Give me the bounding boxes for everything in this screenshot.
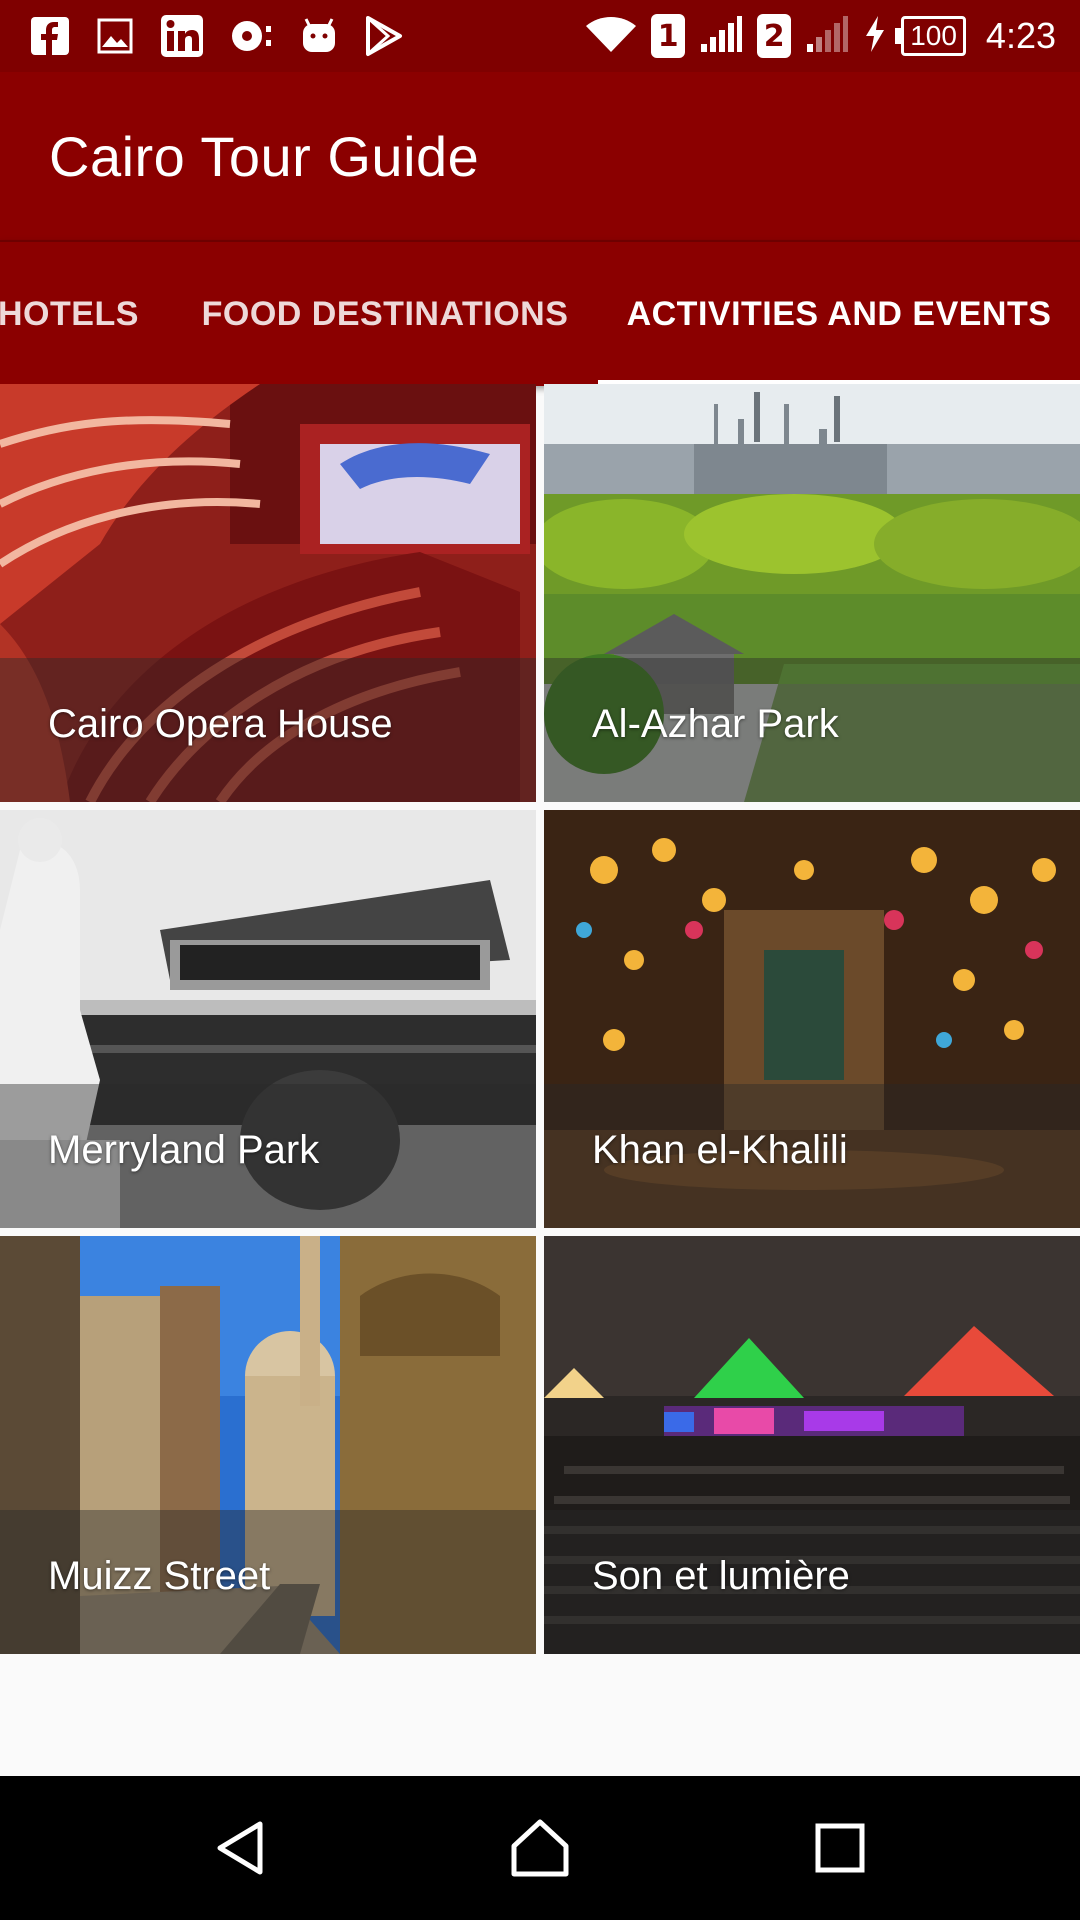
sim1-badge: 1 xyxy=(651,14,686,58)
image-icon xyxy=(96,17,134,55)
home-icon xyxy=(511,1819,569,1877)
place-caption: Son et lumière xyxy=(544,1510,1080,1654)
app-title: Cairo Tour Guide xyxy=(49,125,480,188)
system-nav-bar xyxy=(0,1776,1080,1920)
place-name: Son et lumière xyxy=(592,1554,850,1598)
place-card-son-et-lumiere[interactable]: Son et lumière xyxy=(544,1236,1080,1654)
signal-weak-icon xyxy=(805,14,849,59)
record-icon xyxy=(230,16,274,56)
tab-activities-and-events[interactable]: ACTIVITIES AND EVENTS xyxy=(598,242,1080,386)
app-bar: Cairo Tour Guide xyxy=(0,72,1080,240)
status-bar: 1 2 100 4:23 xyxy=(0,0,1080,72)
recents-button[interactable] xyxy=(768,1776,912,1920)
back-icon xyxy=(217,1821,263,1875)
place-name: Muizz Street xyxy=(48,1554,271,1598)
sim2-badge: 2 xyxy=(757,14,792,58)
place-caption: Cairo Opera House xyxy=(0,658,536,802)
home-button[interactable] xyxy=(468,1776,612,1920)
place-caption: Merryland Park xyxy=(0,1084,536,1228)
place-caption: Khan el-Khalili xyxy=(544,1084,1080,1228)
recents-icon xyxy=(815,1823,865,1873)
battery-icon: 100 xyxy=(895,16,966,56)
play-store-icon xyxy=(364,15,404,57)
wifi-icon xyxy=(585,14,637,59)
back-button[interactable] xyxy=(170,1776,314,1920)
facebook-icon xyxy=(30,16,70,56)
place-card-muizz-street[interactable]: Muizz Street xyxy=(0,1236,536,1654)
place-caption: Al-Azhar Park xyxy=(544,658,1080,802)
place-name: Al-Azhar Park xyxy=(592,702,839,746)
place-name: Khan el-Khalili xyxy=(592,1128,848,1172)
tab-food-destinations[interactable]: FOOD DESTINATIONS xyxy=(170,242,600,386)
place-name: Cairo Opera House xyxy=(48,702,393,746)
place-card-al-azhar-park[interactable]: Al-Azhar Park xyxy=(544,384,1080,802)
place-card-khan-el-khalili[interactable]: Khan el-Khalili xyxy=(544,810,1080,1228)
android-icon xyxy=(300,16,338,56)
charging-icon xyxy=(863,14,887,59)
signal-icon xyxy=(699,14,743,59)
linkedin-icon xyxy=(160,14,204,58)
place-name: Merryland Park xyxy=(48,1128,320,1172)
place-card-cairo-opera-house[interactable]: Cairo Opera House xyxy=(0,384,536,802)
clock: 4:23 xyxy=(985,15,1056,56)
place-card-merryland-park[interactable]: Merryland Park xyxy=(0,810,536,1228)
place-caption: Muizz Street xyxy=(0,1510,536,1654)
tab-bar: HOTELS FOOD DESTINATIONS ACTIVITIES AND … xyxy=(0,240,1080,386)
tab-hotels[interactable]: HOTELS xyxy=(0,242,138,386)
